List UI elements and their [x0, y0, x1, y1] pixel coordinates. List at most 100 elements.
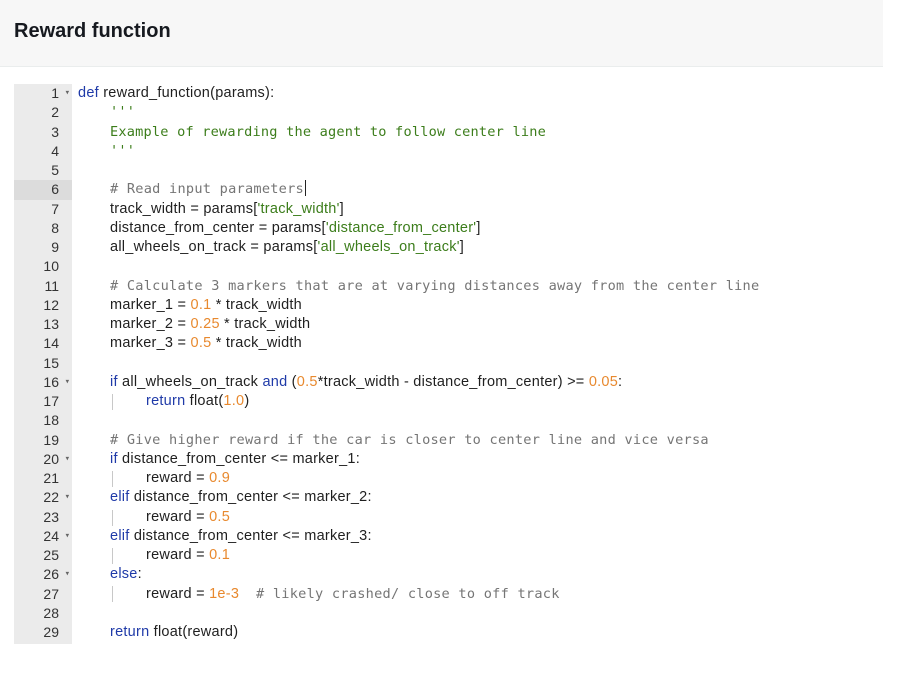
code-text: all_wheels_on_track = params[ [110, 239, 318, 255]
fold-toggle-icon[interactable]: ▾ [65, 527, 70, 546]
code-line-21[interactable]: 21 reward = 0.9 [14, 469, 876, 488]
code-text: : [137, 566, 142, 583]
comment: # Calculate 3 markers that are at varyin… [110, 277, 760, 294]
keyword: if [110, 373, 118, 390]
number-literal: 0.5 [296, 373, 318, 390]
fold-toggle-icon[interactable]: ▾ [65, 565, 70, 584]
indent-guide [112, 548, 113, 564]
code-line-7[interactable]: 7 track_width = params['track_width'] [14, 200, 876, 219]
string: 'distance_from_center' [325, 219, 477, 236]
code-line-15[interactable]: 15 [14, 354, 876, 373]
line-number: 12 [43, 296, 59, 313]
text-cursor [305, 180, 306, 197]
code-line-5[interactable]: 5 [14, 161, 876, 180]
line-number: 5 [51, 162, 59, 178]
code-line-11[interactable]: 11 # Calculate 3 markers that are at var… [14, 277, 876, 296]
line-number: 24 [43, 527, 59, 544]
code-line-24[interactable]: 24 ▾ elif distance_from_center <= marker_… [14, 527, 876, 546]
code-text: track_width = params[ [110, 200, 258, 217]
line-number: 16 [43, 373, 59, 390]
code-line-12[interactable]: 12 marker_1 = 0.1 * track_width [14, 296, 876, 315]
code-text: marker_3 = [110, 335, 191, 352]
code-text: ( [287, 373, 297, 390]
code-line-3[interactable]: 3 Example of rewarding the agent to foll… [14, 123, 876, 142]
code-text: distance_from_center <= marker_3: [129, 527, 372, 544]
code-text: reward = [146, 470, 210, 486]
number-literal: 0.1 [209, 547, 231, 563]
code-line-19[interactable]: 19 # Give higher reward if the car is cl… [14, 431, 876, 450]
line-number: 15 [43, 354, 59, 371]
code-text: ) [244, 393, 250, 409]
line-number: 14 [43, 335, 59, 352]
code-editor[interactable]: 1 ▾ def reward_function(params): 2 ''' 3 … [14, 84, 876, 644]
indent-guide [112, 394, 113, 410]
line-number: 8 [51, 219, 59, 236]
code-text: float(reward) [149, 624, 239, 640]
fold-toggle-icon[interactable]: ▾ [65, 488, 70, 507]
line-number: 20 [43, 450, 59, 467]
code-text: distance_from_center = params[ [110, 219, 326, 236]
code-line-2[interactable]: 2 ''' [14, 103, 876, 122]
code-text: reward = [146, 585, 210, 602]
code-line-8[interactable]: 8 distance_from_center = params['distanc… [14, 219, 876, 238]
line-number: 17 [43, 393, 59, 409]
code-text: * track_width [211, 335, 302, 352]
line-number: 22 [43, 489, 59, 506]
line-number: 23 [43, 508, 59, 525]
comment: # likely crashed/ close to off track [239, 585, 560, 602]
code-line-29[interactable]: 29 return float(reward) [14, 623, 876, 642]
number-literal: 0.5 [209, 508, 231, 525]
code-line-14[interactable]: 14 marker_3 = 0.5 * track_width [14, 334, 876, 353]
indent-guide [112, 471, 113, 487]
keyword: and [262, 373, 288, 390]
comment: # Read input parameters [110, 181, 304, 198]
code-line-18[interactable]: 18 [14, 411, 876, 430]
indent-guide [112, 510, 113, 526]
code-text: * track_width [211, 296, 302, 313]
line-number: 3 [51, 123, 59, 140]
code-line-16[interactable]: 16 ▾ if all_wheels_on_track and (0.5*trac… [14, 373, 876, 392]
keyword: return [146, 393, 186, 409]
comment: # Give higher reward if the car is close… [110, 431, 709, 448]
fold-toggle-icon[interactable]: ▾ [65, 450, 70, 469]
code-line-28[interactable]: 28 [14, 604, 876, 623]
code-line-6[interactable]: 6 # Read input parameters [14, 180, 876, 200]
code-text: marker_1 = [110, 296, 191, 313]
line-number: 9 [51, 239, 59, 255]
code-text: marker_2 = [110, 316, 191, 332]
line-number: 1 [51, 85, 59, 101]
line-number: 28 [43, 604, 59, 621]
code-line-20[interactable]: 20 ▾ if distance_from_center <= marker_1: [14, 450, 876, 469]
code-line-9[interactable]: 9 all_wheels_on_track = params['all_whee… [14, 238, 876, 257]
code-line-13[interactable]: 13 marker_2 = 0.25 * track_width [14, 315, 876, 334]
code-line-27[interactable]: 27 reward = 1e-3 # likely crashed/ close… [14, 585, 876, 604]
string: 'track_width' [257, 200, 340, 217]
line-number: 27 [43, 585, 59, 602]
code-text: ] [339, 200, 344, 217]
keyword: elif [110, 527, 130, 544]
code-line-26[interactable]: 26 ▾ else: [14, 565, 876, 584]
line-number: 25 [43, 547, 59, 563]
line-number: 13 [43, 316, 59, 332]
code-line-22[interactable]: 22 ▾ elif distance_from_center <= marker_… [14, 488, 876, 507]
code-text: ] [459, 239, 464, 255]
keyword: if [110, 450, 118, 467]
fold-toggle-icon[interactable]: ▾ [65, 84, 70, 103]
docstring: ''' [110, 142, 136, 159]
code-line-23[interactable]: 23 reward = 0.5 [14, 508, 876, 527]
line-number: 7 [51, 200, 59, 217]
fold-toggle-icon[interactable]: ▾ [65, 373, 70, 392]
code-line-4[interactable]: 4 ''' [14, 142, 876, 161]
number-literal: 1.0 [223, 393, 245, 409]
code-line-25[interactable]: 25 reward = 0.1 [14, 546, 876, 565]
number-literal: 0.25 [190, 316, 220, 332]
code-line-17[interactable]: 17 return float(1.0) [14, 392, 876, 411]
docstring: Example of rewarding the agent to follow… [110, 123, 546, 140]
page-title: Reward function [14, 20, 171, 42]
line-number: 29 [43, 624, 59, 640]
code-text: ] [476, 219, 481, 236]
line-number: 2 [51, 104, 59, 121]
code-line-1[interactable]: 1 ▾ def reward_function(params): [14, 84, 876, 103]
code-line-10[interactable]: 10 [14, 257, 876, 276]
number-literal: 1e-3 [209, 585, 240, 602]
